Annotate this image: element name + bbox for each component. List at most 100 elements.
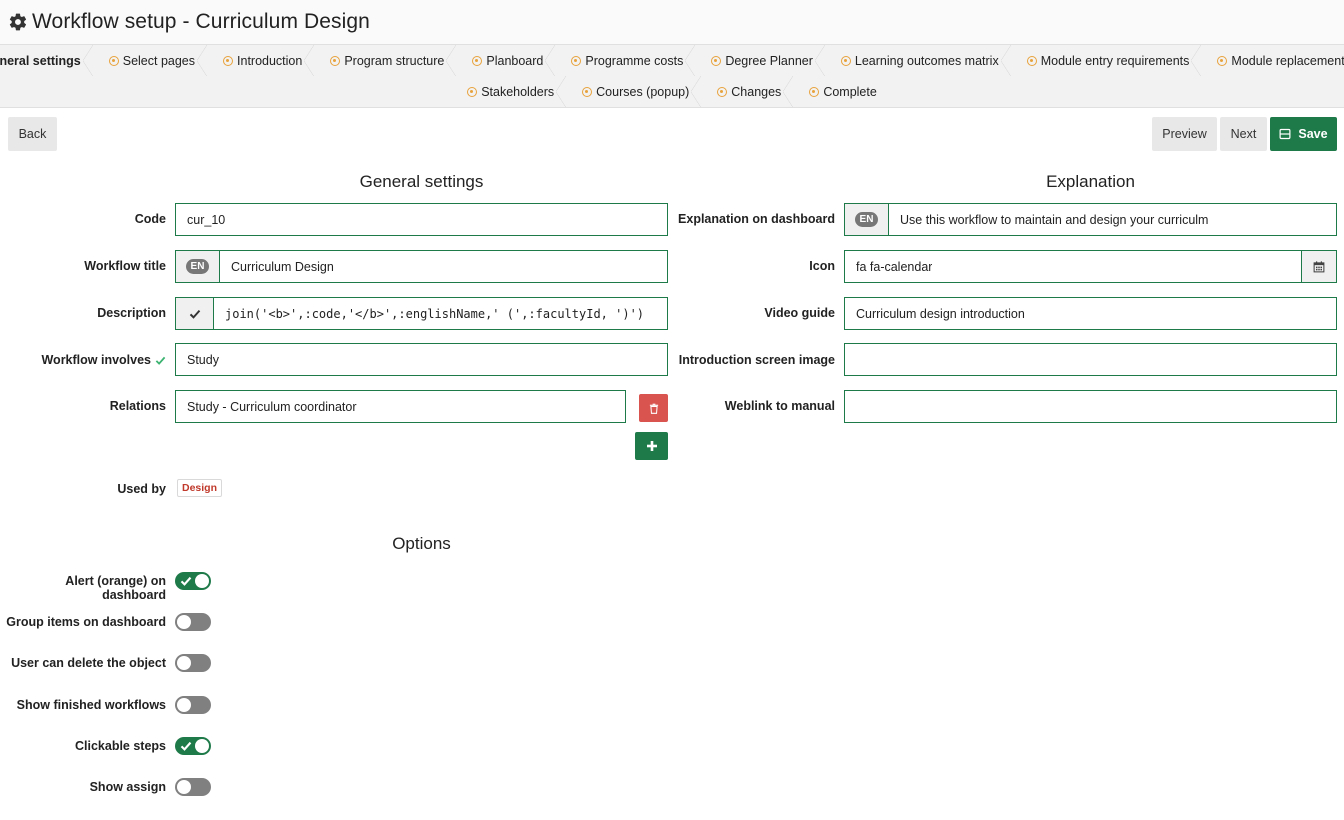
- step-status-icon: [582, 86, 593, 97]
- step-label: Module entry requirements: [1040, 53, 1190, 68]
- toggle-knob: [177, 615, 191, 629]
- step-degree-planner[interactable]: Degree Planner: [693, 45, 825, 76]
- step-label: Learning outcomes matrix: [854, 53, 999, 68]
- calendar-icon: [1313, 260, 1325, 272]
- add-relation-button[interactable]: [635, 432, 668, 460]
- code-value: cur_10: [187, 212, 226, 227]
- relations-input[interactable]: Study - Curriculum coordinator: [175, 390, 626, 423]
- step-learning-outcomes-matrix[interactable]: Learning outcomes matrix: [823, 45, 1011, 76]
- gear-icon: [9, 13, 27, 31]
- step-label: Planboard: [486, 53, 544, 68]
- save-label: Save: [1298, 127, 1328, 141]
- code-label: Code: [134, 212, 166, 226]
- explanation-dashboard-input[interactable]: EN Use this workflow to maintain and des…: [844, 203, 1337, 236]
- step-status-icon: [467, 86, 478, 97]
- relations-label: Relations: [109, 399, 166, 413]
- back-button[interactable]: Back: [8, 117, 57, 151]
- icon-label: Icon: [809, 259, 835, 273]
- workflow-steps-bar: General settings Select pages Introduction…: [0, 44, 1344, 108]
- step-label: General settings: [0, 53, 81, 68]
- check-icon: [155, 356, 166, 365]
- icon-input[interactable]: fa fa-calendar: [844, 250, 1337, 283]
- step-changes[interactable]: Changes: [699, 76, 794, 107]
- step-status-icon: [717, 86, 728, 97]
- check-icon: [180, 741, 192, 751]
- option-label: Alert (orange) on dashboard: [65, 574, 166, 602]
- check-icon: [180, 576, 192, 586]
- page-header: Workflow setup - Curriculum Design: [0, 0, 1344, 44]
- page-title: Workflow setup - Curriculum Design: [32, 10, 370, 33]
- language-addon[interactable]: EN: [176, 251, 220, 282]
- toggle-knob: [177, 698, 191, 712]
- option-label: Show finished workflows: [16, 698, 166, 712]
- step-status-icon: [711, 55, 722, 66]
- step-general-settings[interactable]: General settings: [0, 45, 93, 76]
- next-button[interactable]: Next: [1220, 117, 1267, 151]
- explanation-title: Explanation: [1046, 172, 1135, 191]
- icon-picker-button[interactable]: [1301, 251, 1336, 282]
- weblink-input[interactable]: [844, 390, 1337, 423]
- step-label: Complete: [823, 84, 877, 99]
- option-toggle[interactable]: [175, 654, 211, 672]
- description-value: join('<b>',:code,'</b>',:englishName,' (…: [225, 306, 645, 321]
- toggle-knob: [177, 656, 191, 670]
- explanation-dashboard-label: Explanation on dashboard: [678, 212, 835, 226]
- options-title: Options: [392, 534, 451, 553]
- intro-image-label: Introduction screen image: [678, 353, 835, 367]
- code-input[interactable]: cur_10: [175, 203, 668, 236]
- toggle-knob: [195, 574, 209, 588]
- description-check-addon[interactable]: [176, 298, 214, 329]
- step-select-pages[interactable]: Select pages: [91, 45, 208, 76]
- option-toggle[interactable]: [175, 778, 211, 796]
- step-complete[interactable]: Complete: [791, 76, 887, 107]
- description-input[interactable]: join('<b>',:code,'</b>',:englishName,' (…: [175, 297, 668, 330]
- step-status-icon: [223, 55, 234, 66]
- option-toggle[interactable]: [175, 737, 211, 755]
- step-status-icon: [108, 55, 119, 66]
- general-settings-title: General settings: [359, 172, 484, 191]
- relations-value: Study - Curriculum coordinator: [187, 399, 357, 414]
- language-addon[interactable]: EN: [845, 204, 889, 235]
- step-module-entry-requirements[interactable]: Module entry requirements: [1009, 45, 1202, 76]
- steps-row-1: General settings Select pages Introduction…: [0, 45, 1344, 76]
- step-label: Introduction: [237, 53, 303, 68]
- used-by-tag[interactable]: Design: [177, 479, 223, 497]
- preview-button[interactable]: Preview: [1152, 117, 1217, 151]
- save-icon: [1279, 128, 1291, 140]
- workflow-title-input[interactable]: EN Curriculum Design: [175, 250, 668, 283]
- step-status-icon: [330, 55, 341, 66]
- toggle-knob: [195, 739, 209, 753]
- icon-value: fa fa-calendar: [856, 259, 933, 274]
- video-guide-input[interactable]: Curriculum design introduction: [844, 297, 1337, 330]
- workflow-involves-label: Workflow involves: [0, 353, 166, 367]
- step-status-icon: [840, 55, 851, 66]
- step-label: Select pages: [122, 53, 196, 68]
- step-label: Degree Planner: [725, 53, 813, 68]
- step-introduction[interactable]: Introduction: [205, 45, 315, 76]
- step-module-replacement-rules[interactable]: Module replacement rules: [1199, 45, 1344, 76]
- option-toggle[interactable]: [175, 572, 211, 590]
- step-programme-costs[interactable]: Programme costs: [553, 45, 696, 76]
- step-label: Changes: [731, 84, 782, 99]
- step-status-icon: [472, 55, 483, 66]
- step-status-icon: [809, 86, 820, 97]
- weblink-label: Weblink to manual: [724, 399, 835, 413]
- step-stakeholders[interactable]: Stakeholders: [457, 76, 567, 107]
- workflow-involves-input[interactable]: Study: [175, 343, 668, 376]
- step-label: Program structure: [344, 53, 445, 68]
- plus-icon: [646, 441, 657, 451]
- option-toggle[interactable]: [175, 613, 211, 631]
- intro-image-input[interactable]: [844, 343, 1337, 376]
- step-label: Module replacement rules: [1231, 53, 1344, 68]
- option-label: User can delete the object: [11, 656, 166, 670]
- step-program-structure[interactable]: Program structure: [312, 45, 457, 76]
- option-label: Group items on dashboard: [6, 615, 166, 629]
- option-toggle[interactable]: [175, 696, 211, 714]
- step-status-icon: [1217, 55, 1228, 66]
- step-courses-popup[interactable]: Courses (popup): [564, 76, 702, 107]
- save-button[interactable]: Save: [1270, 117, 1337, 151]
- check-icon: [189, 309, 200, 319]
- option-label: Clickable steps: [74, 739, 166, 753]
- step-planboard[interactable]: Planboard: [454, 45, 556, 76]
- workflow-involves-text: Workflow involves: [41, 353, 151, 367]
